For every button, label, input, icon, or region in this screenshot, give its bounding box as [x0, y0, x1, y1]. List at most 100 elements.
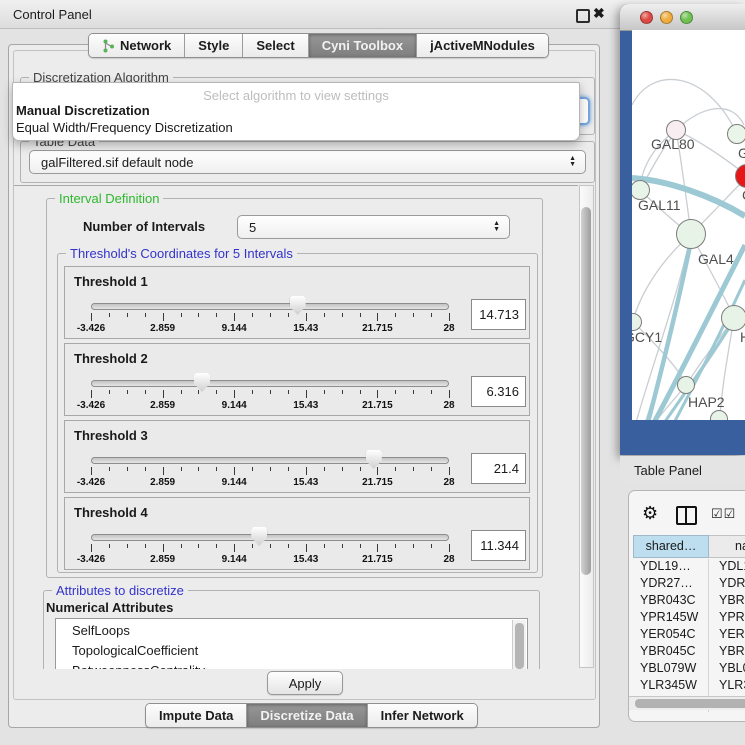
threshold-1-box: Threshold 1-3.4262.8599.14415.4321.71528…: [64, 266, 530, 339]
table-hscrollbar-thumb[interactable]: [635, 699, 745, 708]
table-panel-title: Table Panel: [634, 463, 702, 478]
threshold-4-box: Threshold 4-3.4262.8599.14415.4321.71528…: [64, 497, 530, 570]
apply-button[interactable]: Apply: [267, 671, 343, 695]
threshold-3-value-field[interactable]: 21.4: [471, 453, 526, 484]
table-cell[interactable]: YBR045C: [633, 644, 709, 661]
numerical-attributes-list[interactable]: SelfLoopsTopologicalCoefficientBetweenne…: [55, 618, 528, 669]
threshold-4-slider-track[interactable]: [91, 534, 449, 541]
attribute-list-item[interactable]: TopologicalCoefficient: [56, 641, 527, 661]
slider-tick: [181, 313, 182, 317]
threshold-1-slider-thumb[interactable]: [290, 296, 306, 315]
popup-option-manual-discretization[interactable]: Manual Discretization: [16, 103, 150, 118]
threshold-2-slider-thumb[interactable]: [194, 373, 210, 392]
slider-tick-label: 21.715: [362, 400, 393, 411]
minimize-traffic-light-icon[interactable]: [660, 11, 673, 24]
node-label: GAL11: [638, 197, 681, 213]
slider-tick: [127, 467, 128, 471]
attributes-list-scrollbar-thumb[interactable]: [515, 623, 524, 669]
tab-select[interactable]: Select: [243, 34, 308, 57]
table-cell[interactable]: YBR0: [709, 593, 745, 610]
number-of-intervals-combobox[interactable]: 5 ▲▼: [237, 215, 510, 239]
subtab-impute-data[interactable]: Impute Data: [146, 704, 247, 727]
popup-option-equal-width-frequency[interactable]: Equal Width/Frequency Discretization: [16, 120, 233, 135]
close-icon[interactable]: ✖: [593, 5, 605, 22]
slider-tick: [198, 313, 199, 317]
column-header-shared-name[interactable]: shared…: [633, 535, 709, 558]
table-cell[interactable]: YPR145W: [633, 610, 709, 627]
slider-tick: [252, 390, 253, 394]
slider-tick-label: 9.144: [222, 323, 247, 334]
slider-tick: [413, 544, 414, 548]
tab-jactivemnodules[interactable]: jActiveMNodules: [417, 34, 548, 57]
attribute-list-item[interactable]: BetweennessCentrality: [56, 661, 527, 669]
table-cell[interactable]: YDL1: [709, 559, 745, 576]
attributes-list-scrollbar[interactable]: [512, 620, 526, 669]
table-cell[interactable]: YBL0: [709, 661, 745, 678]
zoom-traffic-light-icon[interactable]: [680, 11, 693, 24]
slider-tick: [288, 544, 289, 548]
table-cell[interactable]: YBR043C: [633, 593, 709, 610]
threshold-3-slider-track[interactable]: [91, 457, 449, 464]
table-cell[interactable]: YER054C: [633, 627, 709, 644]
table-cell[interactable]: YBL079W: [633, 661, 709, 678]
checkbox-icons[interactable]: ☑☑: [711, 506, 736, 522]
settings-scrollbar-thumb[interactable]: [581, 207, 591, 575]
column-header-name[interactable]: na: [709, 535, 745, 558]
network-view-window: GAL80GCGAL11GAL4GCY1HHAP2: [620, 4, 745, 455]
slider-tick-label: 15.43: [293, 323, 318, 334]
tab-network[interactable]: Network: [89, 34, 185, 57]
threshold-4-slider-thumb[interactable]: [251, 527, 267, 546]
slider-tick: [216, 313, 217, 317]
threshold-1-value-field[interactable]: 14.713: [471, 299, 526, 330]
table-cell[interactable]: YLR345W: [633, 678, 709, 695]
threshold-2-slider-track[interactable]: [91, 380, 449, 387]
tab-style[interactable]: Style: [185, 34, 243, 57]
gear-icon[interactable]: ⚙: [642, 503, 658, 524]
threshold-4-value-field[interactable]: 11.344: [471, 530, 526, 561]
slider-tick: [431, 544, 432, 548]
slider-tick: [306, 544, 307, 552]
table-cell[interactable]: YLR3: [709, 678, 745, 695]
table-cell[interactable]: YDL19…: [633, 559, 709, 576]
slider-tick: [145, 467, 146, 471]
slider-tick: [145, 313, 146, 317]
slider-tick: [163, 544, 164, 552]
tab-cyni-toolbox[interactable]: Cyni Toolbox: [309, 34, 417, 57]
threshold-1-slider-track[interactable]: [91, 303, 449, 310]
threshold-3-slider-thumb[interactable]: [366, 450, 382, 469]
close-traffic-light-icon[interactable]: [640, 11, 653, 24]
subtab-discretize-data[interactable]: Discretize Data: [247, 704, 367, 727]
network-node-g[interactable]: [727, 124, 745, 144]
table-cell[interactable]: YDR27…: [633, 576, 709, 593]
table-hscrollbar-track[interactable]: [629, 696, 745, 710]
stepper-arrows-icon: ▲▼: [493, 221, 500, 233]
slider-tick: [234, 390, 235, 398]
slider-tick: [145, 390, 146, 394]
float-window-icon[interactable]: [576, 9, 590, 23]
split-columns-icon[interactable]: [676, 506, 697, 525]
network-node-hap2[interactable]: [677, 376, 695, 394]
attribute-list-item[interactable]: SelfLoops: [56, 621, 527, 641]
table-cell[interactable]: YDR2: [709, 576, 745, 593]
slider-tick: [216, 467, 217, 471]
network-canvas[interactable]: GAL80GCGAL11GAL4GCY1HHAP2: [632, 30, 745, 420]
table-data-combobox[interactable]: galFiltered.sif default node ▲▼: [29, 150, 586, 174]
slider-tick-label: 9.144: [222, 477, 247, 488]
table-cell[interactable]: YPR1: [709, 610, 745, 627]
slider-tick: [360, 467, 361, 471]
slider-tick: [342, 544, 343, 548]
table-cell[interactable]: YER0: [709, 627, 745, 644]
slider-tick: [234, 544, 235, 552]
slider-tick: [377, 544, 378, 552]
table-cell[interactable]: YBR0: [709, 644, 745, 661]
node-label: GAL4: [698, 251, 734, 267]
slider-tick: [342, 313, 343, 317]
slider-tick: [252, 467, 253, 471]
slider-tick: [163, 390, 164, 398]
network-node-h[interactable]: [721, 305, 745, 331]
subtab-infer-network[interactable]: Infer Network: [368, 704, 477, 727]
threshold-2-value-field[interactable]: 6.316: [471, 376, 526, 407]
slider-tick: [449, 390, 450, 398]
network-node-gal4[interactable]: [676, 219, 706, 249]
numerical-attributes-label: Numerical Attributes: [46, 600, 173, 615]
